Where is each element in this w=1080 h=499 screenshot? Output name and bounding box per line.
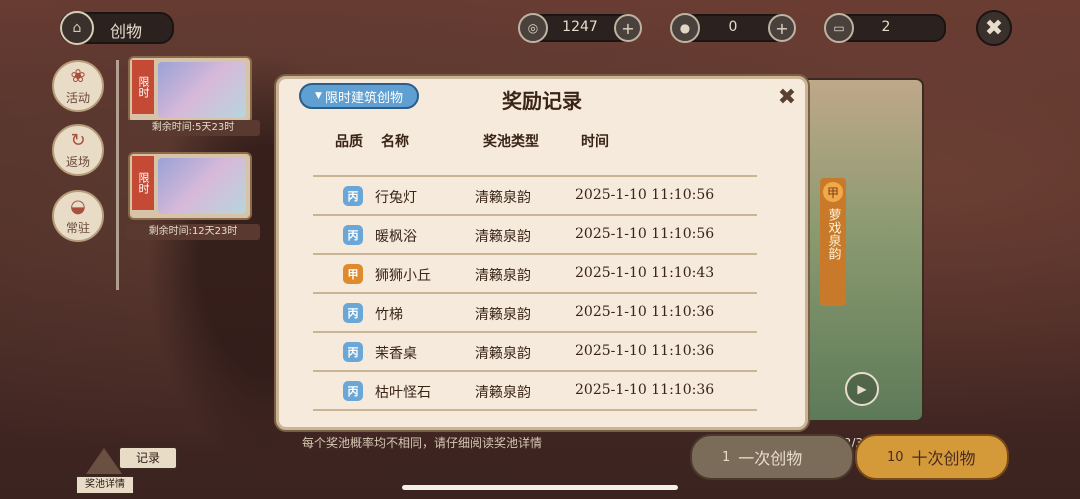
add-coin-button[interactable]: + [614, 14, 642, 42]
sidebar-item-activity[interactable]: ❀ 活动 [52, 60, 104, 112]
reward-record-modal: ▼ 限时建筑创物 奖励记录 ✖ 品质 名称 奖池类型 时间 丙 行兔灯 清籁泉韵… [276, 76, 808, 430]
record-time: 2025-1-10 11:10:43 [575, 265, 715, 281]
table-row: 丙 茉香桌 清籁泉韵 2025-1-10 11:10:36 [313, 333, 757, 372]
sidebar-item-label: 活动 [65, 91, 90, 105]
record-button[interactable]: 记录 [118, 446, 178, 470]
pool-type: 清籁泉韵 [475, 190, 531, 206]
item-name: 暖枫浴 [375, 229, 417, 245]
draw-one-label: 一次创物 [738, 449, 803, 468]
table-row-partial [313, 165, 757, 177]
table-row: 甲 狮狮小丘 清籁泉韵 2025-1-10 11:10:43 [313, 255, 757, 294]
return-icon: ↻ [70, 130, 86, 151]
coin-resource: ◎ 1247 + [518, 13, 642, 43]
remaining-time: 剩余时间:5天23时 [126, 120, 260, 136]
top-bar: ⌂ 创物 ◎ 1247 + ● 0 + ▭ 2 ✖ [0, 10, 1080, 46]
table-row: 丙 竹梯 清籁泉韵 2025-1-10 11:10:36 [313, 294, 757, 333]
table-header: 品质 名称 奖池类型 时间 [279, 131, 805, 153]
home-indicator [402, 485, 678, 490]
table-row: 丙 枯叶怪石 清籁泉韵 2025-1-10 11:10:36 [313, 372, 757, 411]
record-time: 2025-1-10 11:10:36 [575, 382, 715, 398]
draw-one-button[interactable]: 1 一次创物 [690, 434, 854, 480]
item-name: 行兔灯 [375, 190, 417, 206]
banner-card-2[interactable]: 限时 [128, 152, 252, 220]
banner-art [158, 158, 246, 214]
record-list[interactable]: 丙 行兔灯 清籁泉韵 2025-1-10 11:10:56 丙 暖枫浴 清籁泉韵… [313, 165, 757, 411]
header-quality: 品质 [335, 134, 363, 150]
pool-type: 清籁泉韵 [475, 346, 531, 362]
scene-title: 萝戏泉韵 [825, 208, 841, 260]
sidebar-item-label: 返场 [65, 155, 90, 169]
record-time: 2025-1-10 11:10:56 [575, 226, 715, 242]
modal-title: 奖励记录 [502, 89, 582, 113]
sidebar-item-return[interactable]: ↻ 返场 [52, 124, 104, 176]
scene-preview [790, 78, 924, 422]
record-time: 2025-1-10 11:10:36 [575, 343, 715, 359]
record-time: 2025-1-10 11:10:56 [575, 187, 715, 203]
quality-badge: 丙 [343, 186, 363, 206]
limited-badge: 限时 [132, 60, 154, 114]
sidebar-item-permanent[interactable]: ◒ 常驻 [52, 190, 104, 242]
ticket-resource: ▭ 2 [824, 13, 946, 43]
record-time: 2025-1-10 11:10:36 [575, 304, 715, 320]
item-name: 茉香桌 [375, 346, 417, 362]
page-title: 创物 [110, 22, 143, 41]
quality-badge: 丙 [343, 381, 363, 401]
pool-detail-label: 奖池详情 [76, 476, 134, 494]
draw-ten-count: 10 [887, 449, 904, 465]
play-icon[interactable]: ▶ [845, 372, 879, 406]
limited-badge: 限时 [132, 156, 154, 210]
item-name: 竹梯 [375, 307, 403, 323]
banner-card-1[interactable]: 限时 [128, 56, 252, 124]
draw-ten-label: 十次创物 [911, 449, 976, 468]
item-name: 枯叶怪石 [375, 385, 431, 401]
pool-type: 清籁泉韵 [475, 307, 531, 323]
table-row: 丙 暖枫浴 清籁泉韵 2025-1-10 11:10:56 [313, 216, 757, 255]
draw-ten-button[interactable]: 10 十次创物 [855, 434, 1009, 480]
pool-type: 清籁泉韵 [475, 229, 531, 245]
quality-badge: 丙 [343, 342, 363, 362]
scene-tag: 甲 萝戏泉韵 [820, 178, 846, 306]
add-apple-button[interactable]: + [768, 14, 796, 42]
home-icon[interactable]: ⌂ [60, 11, 94, 45]
quality-badge: 丙 [343, 303, 363, 323]
item-name: 狮狮小丘 [375, 268, 431, 284]
modal-close-icon[interactable]: ✖ [775, 85, 799, 110]
lion-icon: ❀ [70, 66, 86, 87]
pool-type: 清籁泉韵 [475, 385, 531, 401]
banner-art [158, 62, 246, 118]
table-row: 丙 行兔灯 清籁泉韵 2025-1-10 11:10:56 [313, 177, 757, 216]
header-name: 名称 [381, 134, 409, 150]
header-time: 时间 [581, 134, 609, 150]
divider [116, 60, 119, 290]
grade-badge: 甲 [823, 182, 843, 202]
basket-icon: ◒ [70, 196, 86, 217]
draw-one-count: 1 [722, 449, 731, 465]
pavilion-icon [86, 448, 122, 474]
close-icon[interactable]: ✖ [976, 10, 1012, 46]
pool-note: 每个奖池概率均不相同，请仔细阅读奖池详情 [302, 436, 543, 450]
apple-resource: ● 0 + [670, 13, 796, 43]
title-pill[interactable]: ⌂ 创物 [60, 11, 174, 45]
quality-badge: 丙 [343, 225, 363, 245]
ticket-value: 2 [881, 19, 891, 35]
remaining-time: 剩余时间:12天23时 [126, 224, 260, 240]
pool-type: 清籁泉韵 [475, 268, 531, 284]
quality-badge: 甲 [343, 264, 363, 284]
sidebar-item-label: 常驻 [65, 221, 90, 235]
header-pool: 奖池类型 [483, 134, 539, 150]
